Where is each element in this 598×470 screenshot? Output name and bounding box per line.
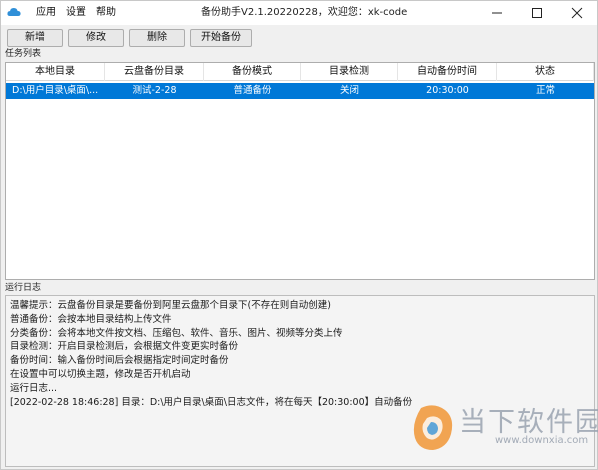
window-controls (477, 1, 597, 25)
toolbar: 新增 修改 删除 开始备份 (7, 29, 252, 47)
column-header-detect[interactable]: 目录检测 (301, 63, 398, 81)
watermark-logo-icon (411, 404, 457, 452)
menu-help[interactable]: 帮助 (91, 1, 121, 25)
column-header-time[interactable]: 自动备份时间 (398, 63, 497, 81)
close-button[interactable] (557, 1, 597, 25)
app-window: 应用 设置 帮助 备份助手V2.1.20220228，欢迎您：xk-code 新… (0, 0, 598, 470)
log-line: 普通备份：会按本地目录结构上传文件 (10, 313, 172, 325)
log-line: 分类备份：会将本地文件按文档、压缩包、软件、音乐、图片、视频等分类上传 (10, 327, 343, 339)
edit-task-button[interactable]: 修改 (68, 29, 124, 47)
column-header-status[interactable]: 状态 (497, 63, 594, 81)
task-list-label: 任务列表 (5, 49, 42, 59)
cell-cloud-dir: 测试-2-28 (132, 85, 177, 96)
menu-app[interactable]: 应用 (31, 1, 61, 25)
window-title: 备份助手V2.1.20220228，欢迎您：xk-code (201, 7, 408, 18)
log-line: 运行日志... (10, 382, 58, 394)
close-icon (571, 7, 583, 19)
menu-settings[interactable]: 设置 (61, 1, 91, 25)
column-header-cloud-dir[interactable]: 云盘备份目录 (105, 63, 204, 81)
watermark: 当下软件园 www.downxia.com (411, 396, 598, 466)
watermark-title: 当下软件园 (459, 407, 598, 438)
log-line: 目录检测：开启目录检测后，会根据文件变更实时备份 (10, 341, 239, 353)
cell-time: 20:30:00 (426, 85, 469, 96)
cell-local-dir: D:\用户目录\桌面\... (12, 85, 99, 96)
task-table: 本地目录 云盘备份目录 备份模式 目录检测 自动备份时间 状态 D:\用户目录\… (5, 62, 595, 280)
log-line: 温馨提示：云盘备份目录是要备份到阿里云盘那个目录下(不存在则自动创建) (10, 300, 331, 311)
column-header-local-dir[interactable]: 本地目录 (6, 63, 105, 81)
cell-status: 正常 (535, 85, 555, 96)
cell-mode: 普通备份 (233, 85, 272, 96)
table-row[interactable]: D:\用户目录\桌面\... 测试-2-28 普通备份 关闭 20:30:00 … (6, 83, 594, 99)
minimize-icon (492, 12, 502, 14)
menu-bar: 应用 设置 帮助 (31, 1, 121, 25)
column-header-mode[interactable]: 备份模式 (204, 63, 301, 81)
start-backup-button[interactable]: 开始备份 (190, 29, 252, 47)
log-line: 在设置中可以切换主题，修改是否开机启动 (10, 368, 191, 380)
watermark-url: www.downxia.com (495, 435, 589, 446)
run-log-label: 运行日志 (5, 283, 42, 293)
table-header: 本地目录 云盘备份目录 备份模式 目录检测 自动备份时间 状态 (6, 63, 594, 81)
add-task-button[interactable]: 新增 (7, 29, 63, 47)
delete-task-button[interactable]: 删除 (129, 29, 185, 47)
minimize-button[interactable] (477, 1, 517, 25)
cell-detect: 关闭 (339, 85, 359, 96)
maximize-button[interactable] (517, 1, 557, 25)
log-line: 备份时间：输入备份时间后会根据指定时间定时备份 (10, 355, 229, 367)
cloud-icon (7, 6, 21, 18)
title-bar: 应用 设置 帮助 备份助手V2.1.20220228，欢迎您：xk-code (1, 1, 597, 25)
maximize-icon (532, 8, 542, 18)
